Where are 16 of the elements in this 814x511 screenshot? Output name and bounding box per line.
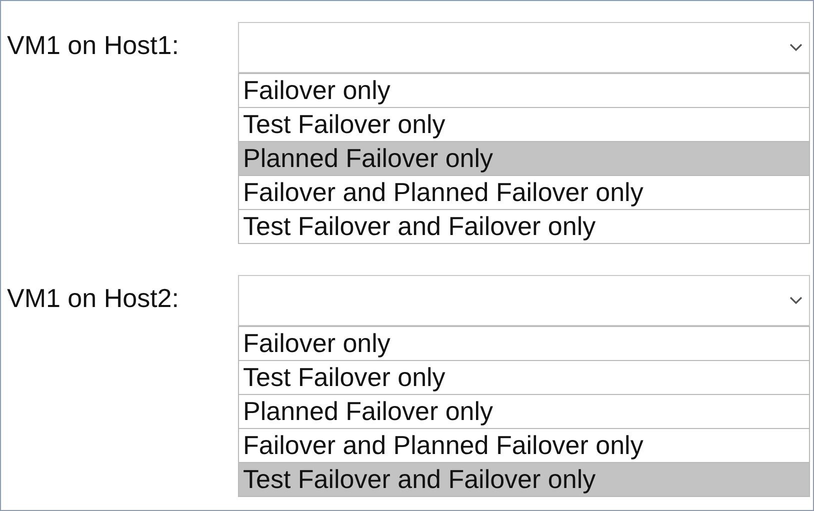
dropdown-field[interactable] <box>238 22 810 73</box>
chevron-down-icon <box>789 296 803 305</box>
dropdown-option[interactable]: Failover only <box>239 326 809 360</box>
dropdown-option[interactable]: Test Failover only <box>239 107 809 141</box>
dropdown-option[interactable]: Test Failover only <box>239 360 809 394</box>
dropdown-option[interactable]: Test Failover and Failover only <box>239 462 809 496</box>
dropdown-option[interactable]: Failover and Planned Failover only <box>239 428 809 462</box>
dropdown-field[interactable] <box>238 275 810 326</box>
dropdown-option[interactable]: Failover only <box>239 73 809 107</box>
dropdown-option[interactable]: Planned Failover only <box>239 141 809 175</box>
question-label: VM1 on Host1: <box>7 29 180 60</box>
dropdown-option[interactable]: Planned Failover only <box>239 394 809 428</box>
dropdown-option[interactable]: Failover and Planned Failover only <box>239 175 809 209</box>
dropdown-option[interactable]: Test Failover and Failover only <box>239 209 809 243</box>
chevron-down-icon <box>789 43 803 52</box>
question-label: VM1 on Host2: <box>7 282 180 313</box>
